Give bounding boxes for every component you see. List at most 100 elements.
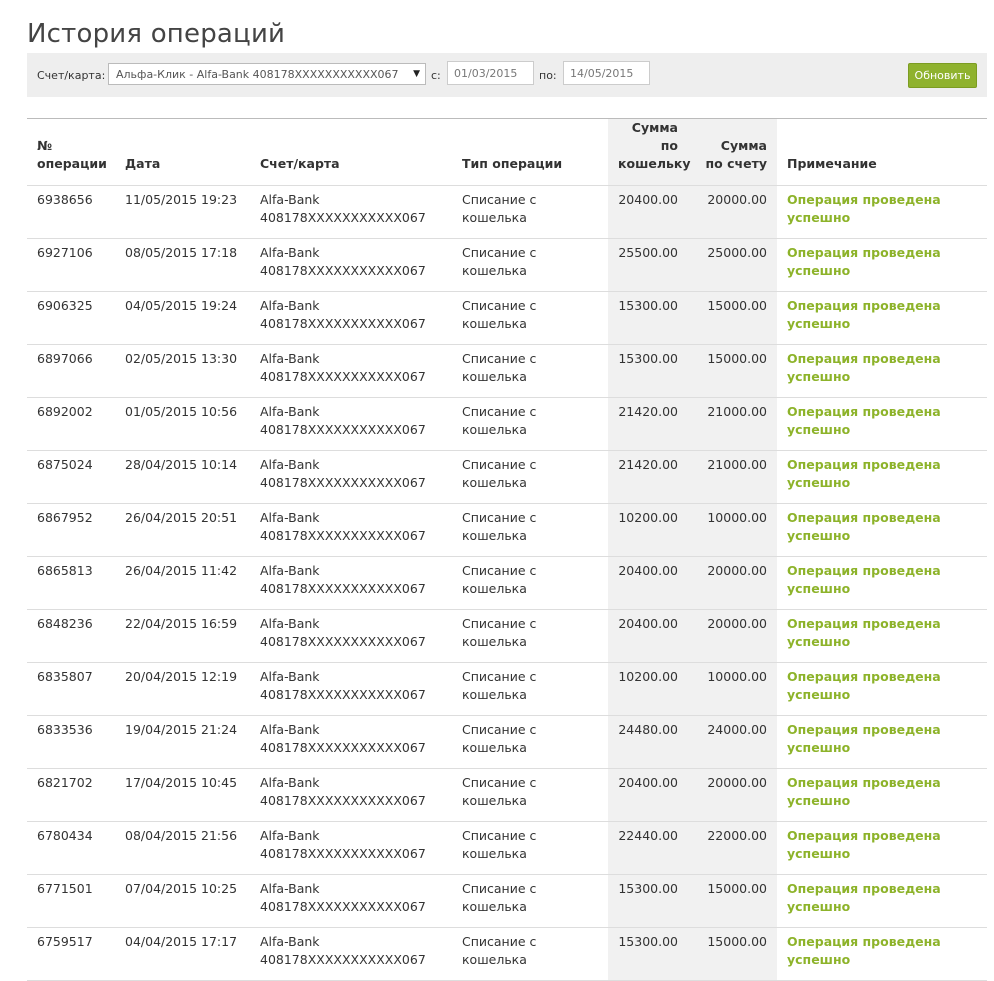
cell-account: Alfa-Bank 408178XXXXXXXXXXX067 xyxy=(250,609,452,663)
cell-note: Операция проведена успешно xyxy=(777,344,987,398)
cell-account-sum: 25000.00 xyxy=(688,238,777,292)
cell-account-sum: 22000.00 xyxy=(688,821,777,875)
cell-account: Alfa-Bank 408178XXXXXXXXXXX067 xyxy=(250,238,452,292)
cell-date: 11/05/2015 19:23 xyxy=(115,185,250,239)
cell-wallet-sum: 15300.00 xyxy=(608,291,688,345)
cell-note: Операция проведена успешно xyxy=(777,715,987,769)
table-row: 6892002 01/05/2015 10:56 Alfa-Bank 408178XX… xyxy=(27,397,987,451)
cell-type: Списание с кошелька xyxy=(452,768,608,822)
cell-op-num: 6906325 xyxy=(27,291,115,345)
cell-account: Alfa-Bank 408178XXXXXXXXXXX067 xyxy=(250,450,452,504)
table-row: 6875024 28/04/2015 10:14 Alfa-Bank 408178XX… xyxy=(27,450,987,504)
cell-account: Alfa-Bank 408178XXXXXXXXXXX067 xyxy=(250,291,452,345)
table-header-row: № операции Дата Счет/карта Тип операции С… xyxy=(27,118,987,186)
cell-wallet-sum: 10200.00 xyxy=(608,503,688,557)
cell-account-sum: 21000.00 xyxy=(688,397,777,451)
cell-type: Списание с кошелька xyxy=(452,556,608,610)
cell-note: Операция проведена успешно xyxy=(777,291,987,345)
cell-account: Alfa-Bank 408178XXXXXXXXXXX067 xyxy=(250,397,452,451)
cell-note: Операция проведена успешно xyxy=(777,874,987,928)
table-row: 6867952 26/04/2015 20:51 Alfa-Bank 408178XX… xyxy=(27,503,987,557)
cell-account: Alfa-Bank 408178XXXXXXXXXXX067 xyxy=(250,503,452,557)
cell-wallet-sum: 20400.00 xyxy=(608,556,688,610)
cell-date: 22/04/2015 16:59 xyxy=(115,609,250,663)
table-row: 6759517 04/04/2015 17:17 Alfa-Bank 408178XX… xyxy=(27,927,987,981)
cell-wallet-sum: 22440.00 xyxy=(608,821,688,875)
cell-op-num: 6938656 xyxy=(27,185,115,239)
cell-account: Alfa-Bank 408178XXXXXXXXXXX067 xyxy=(250,556,452,610)
cell-date: 08/05/2015 17:18 xyxy=(115,238,250,292)
cell-op-num: 6892002 xyxy=(27,397,115,451)
cell-note: Операция проведена успешно xyxy=(777,662,987,716)
cell-wallet-sum: 25500.00 xyxy=(608,238,688,292)
table-row: 6835807 20/04/2015 12:19 Alfa-Bank 408178XX… xyxy=(27,662,987,716)
cell-account: Alfa-Bank 408178XXXXXXXXXXX067 xyxy=(250,662,452,716)
cell-account-sum: 15000.00 xyxy=(688,874,777,928)
cell-wallet-sum: 20400.00 xyxy=(608,609,688,663)
header-account: Счет/карта xyxy=(250,118,452,186)
cell-account-sum: 20000.00 xyxy=(688,185,777,239)
header-type: Тип операции xyxy=(452,118,608,186)
cell-date: 01/05/2015 10:56 xyxy=(115,397,250,451)
cell-type: Списание с кошелька xyxy=(452,238,608,292)
header-note: Примечание xyxy=(777,118,987,186)
cell-account-sum: 20000.00 xyxy=(688,768,777,822)
cell-type: Списание с кошелька xyxy=(452,927,608,981)
date-from-input[interactable]: 01/03/2015 xyxy=(447,61,534,85)
account-filter-label: Счет/карта: xyxy=(37,69,106,82)
cell-note: Операция проведена успешно xyxy=(777,927,987,981)
cell-op-num: 6821702 xyxy=(27,768,115,822)
cell-account-sum: 21000.00 xyxy=(688,450,777,504)
cell-wallet-sum: 15300.00 xyxy=(608,927,688,981)
cell-date: 04/04/2015 17:17 xyxy=(115,927,250,981)
cell-account-sum: 15000.00 xyxy=(688,927,777,981)
cell-note: Операция проведена успешно xyxy=(777,238,987,292)
date-to-label: по: xyxy=(539,69,557,82)
header-date: Дата xyxy=(115,118,250,186)
cell-type: Списание с кошелька xyxy=(452,344,608,398)
table-row: 6780434 08/04/2015 21:56 Alfa-Bank 408178XX… xyxy=(27,821,987,875)
refresh-button[interactable]: Обновить xyxy=(908,63,977,88)
cell-op-num: 6759517 xyxy=(27,927,115,981)
cell-wallet-sum: 15300.00 xyxy=(608,344,688,398)
cell-op-num: 6875024 xyxy=(27,450,115,504)
account-select[interactable]: Альфа-Клик - Alfa-Bank 408178XXXXXXXXXXX… xyxy=(108,63,426,85)
cell-note: Операция проведена успешно xyxy=(777,397,987,451)
cell-op-num: 6865813 xyxy=(27,556,115,610)
cell-op-num: 6867952 xyxy=(27,503,115,557)
filter-bar: Счет/карта: Альфа-Клик - Alfa-Bank 40817… xyxy=(27,53,987,97)
table-row: 6906325 04/05/2015 19:24 Alfa-Bank 408178XX… xyxy=(27,291,987,345)
table-row: 6865813 26/04/2015 11:42 Alfa-Bank 408178XX… xyxy=(27,556,987,610)
cell-type: Списание с кошелька xyxy=(452,662,608,716)
cell-op-num: 6771501 xyxy=(27,874,115,928)
cell-type: Списание с кошелька xyxy=(452,609,608,663)
cell-date: 20/04/2015 12:19 xyxy=(115,662,250,716)
table-row: 6848236 22/04/2015 16:59 Alfa-Bank 408178XX… xyxy=(27,609,987,663)
date-to-input[interactable]: 14/05/2015 xyxy=(563,61,650,85)
cell-note: Операция проведена успешно xyxy=(777,768,987,822)
header-op-num: № операции xyxy=(27,118,115,186)
cell-date: 08/04/2015 21:56 xyxy=(115,821,250,875)
cell-account: Alfa-Bank 408178XXXXXXXXXXX067 xyxy=(250,715,452,769)
cell-wallet-sum: 21420.00 xyxy=(608,450,688,504)
header-wallet-sum: Сумма по кошельку xyxy=(608,118,691,186)
cell-date: 17/04/2015 10:45 xyxy=(115,768,250,822)
cell-note: Операция проведена успешно xyxy=(777,556,987,610)
table-row: 6897066 02/05/2015 13:30 Alfa-Bank 408178XX… xyxy=(27,344,987,398)
cell-date: 26/04/2015 11:42 xyxy=(115,556,250,610)
cell-op-num: 6897066 xyxy=(27,344,115,398)
cell-date: 02/05/2015 13:30 xyxy=(115,344,250,398)
cell-account-sum: 10000.00 xyxy=(688,503,777,557)
header-account-sum: Сумма по счету xyxy=(688,118,777,186)
cell-account-sum: 24000.00 xyxy=(688,715,777,769)
table-row: 6927106 08/05/2015 17:18 Alfa-Bank 408178XX… xyxy=(27,238,987,292)
table-row: 6771501 07/04/2015 10:25 Alfa-Bank 408178XX… xyxy=(27,874,987,928)
table-row: 6821702 17/04/2015 10:45 Alfa-Bank 408178XX… xyxy=(27,768,987,822)
cell-account: Alfa-Bank 408178XXXXXXXXXXX067 xyxy=(250,821,452,875)
operations-table: № операции Дата Счет/карта Тип операции С… xyxy=(27,118,987,981)
cell-account: Alfa-Bank 408178XXXXXXXXXXX067 xyxy=(250,344,452,398)
cell-note: Операция проведена успешно xyxy=(777,609,987,663)
cell-account-sum: 15000.00 xyxy=(688,344,777,398)
cell-note: Операция проведена успешно xyxy=(777,821,987,875)
cell-type: Списание с кошелька xyxy=(452,450,608,504)
